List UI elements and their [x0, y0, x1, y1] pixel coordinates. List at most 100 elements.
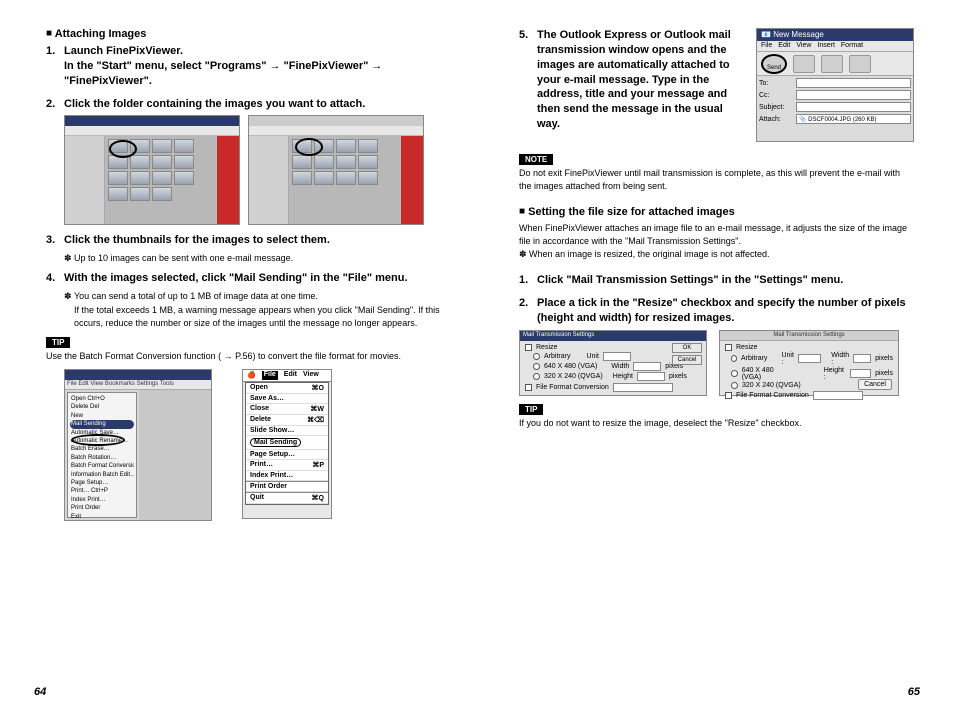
- mac-menu-print[interactable]: Print…⌘P: [246, 460, 328, 471]
- heading-setting-size-text: Setting the file size for attached image…: [528, 206, 735, 218]
- mac-menu-slideshow[interactable]: Slide Show…: [246, 426, 328, 436]
- mac-conv-checkbox[interactable]: [725, 392, 732, 399]
- win-menu-print-order[interactable]: Print Order: [70, 504, 134, 512]
- arrow-icon: →: [269, 60, 280, 72]
- mac-cancel-button[interactable]: Cancel: [858, 379, 892, 390]
- step-2-text: Click the folder containing the images y…: [64, 97, 441, 112]
- h-unit: pixels: [669, 373, 687, 380]
- win-menu-exit[interactable]: Exit: [70, 513, 134, 521]
- mac-menu-quit[interactable]: Quit⌘Q: [246, 493, 328, 504]
- mac-menu-view[interactable]: View: [303, 371, 319, 380]
- mac-menu-delete[interactable]: Delete⌘⌫: [246, 415, 328, 426]
- resize-checkbox[interactable]: [525, 344, 532, 351]
- outlook-subject-input[interactable]: [796, 102, 911, 112]
- outlook-menu-file[interactable]: File: [761, 42, 772, 50]
- vga-radio[interactable]: [533, 363, 540, 370]
- unit-select[interactable]: [603, 352, 631, 361]
- win-menu-convert[interactable]: Batch Format Conversion…: [70, 462, 134, 470]
- conv-checkbox[interactable]: [525, 384, 532, 391]
- step-4-num: 4.: [46, 271, 64, 286]
- conv-label: File Format Conversion: [536, 384, 609, 391]
- step-4: 4. With the images selected, click "Mail…: [46, 271, 441, 286]
- unit-label: Unit: [586, 353, 598, 360]
- qvga-radio[interactable]: [533, 373, 540, 380]
- outlook-cut-button[interactable]: [793, 55, 815, 73]
- outlook-paste-button[interactable]: [849, 55, 871, 73]
- ok-button[interactable]: OK: [672, 343, 702, 353]
- win-menu-delete[interactable]: Delete Del: [70, 403, 134, 411]
- step-4-text: With the images selected, click "Mail Se…: [64, 271, 441, 286]
- mac-h-input[interactable]: [850, 369, 871, 378]
- mac-menu-edit[interactable]: Edit: [284, 371, 297, 380]
- outlook-copy-button[interactable]: [821, 55, 843, 73]
- mac-vga-radio[interactable]: [731, 370, 738, 377]
- mac-h-unit: pixels: [875, 370, 893, 377]
- mac-menu-close[interactable]: Close⌘W: [246, 404, 328, 415]
- setting-step-2-text: Place a tick in the "Resize" checkbox an…: [537, 296, 914, 326]
- step-1: 1. Launch FinePixViewer. In the "Start" …: [46, 44, 441, 89]
- page-right: 5. The Outlook Express or Outlook mail t…: [477, 0, 954, 716]
- mac-unit-select[interactable]: [798, 354, 821, 363]
- step-3-note-text: Up to 10 images can be sent with one e-m…: [74, 253, 293, 263]
- page-left: ■ Attaching Images 1. Launch FinePixView…: [0, 0, 477, 716]
- arrow-icon: →: [224, 351, 233, 361]
- win-menu-index-print[interactable]: Index Print…: [70, 496, 134, 504]
- mac-conv-select[interactable]: [813, 391, 863, 400]
- arrow-icon: →: [371, 60, 382, 72]
- mac-resize-label: Resize: [736, 344, 757, 351]
- tip-text-right: If you do not want to resize the image, …: [519, 417, 914, 430]
- win-menu-mail-sending[interactable]: Mail Sending: [70, 420, 134, 428]
- win-menu-new[interactable]: New: [70, 412, 134, 420]
- win-menu-open[interactable]: Open Ctrl+O: [70, 395, 134, 403]
- step-1-line-b-mid: "FinePixViewer": [280, 60, 371, 72]
- step-4-note-a: You can send a total of up to 1 MB of im…: [74, 291, 318, 301]
- w-input[interactable]: [633, 362, 661, 371]
- settings-dialog-row: Mail Transmission Settings Resize Arbitr…: [519, 330, 914, 396]
- mac-menu-page-setup[interactable]: Page Setup…: [246, 450, 328, 460]
- win-menu-rotate[interactable]: Batch Rotation…: [70, 454, 134, 462]
- h-input[interactable]: [637, 372, 665, 381]
- tip-badge-right: TIP: [519, 404, 543, 415]
- win-menu-print[interactable]: Print… Ctrl+P: [70, 487, 134, 495]
- win-menubar: File Edit View Bookmarks Settings Tools: [65, 380, 211, 390]
- mac-menu-mail-sending[interactable]: Mail Sending: [246, 436, 328, 450]
- win-menu-page-setup[interactable]: Page Setup…: [70, 479, 134, 487]
- screenshot-row-1: [64, 115, 441, 225]
- win-menu-info[interactable]: Information Batch Edit…: [70, 471, 134, 479]
- outlook-attach-label: Attach:: [759, 116, 793, 123]
- mac-w-label: Width :: [831, 352, 849, 366]
- outlook-send-button[interactable]: Send: [761, 54, 787, 74]
- cancel-button[interactable]: Cancel: [672, 355, 702, 365]
- mac-qvga-radio[interactable]: [731, 382, 738, 389]
- mac-menu-open[interactable]: Open⌘O: [246, 383, 328, 394]
- outlook-menu-insert[interactable]: Insert: [817, 42, 835, 50]
- arbitrary-label: Arbitrary: [544, 353, 570, 360]
- note-text: Do not exit FinePixViewer until mail tra…: [519, 167, 914, 192]
- arbitrary-radio[interactable]: [533, 353, 540, 360]
- outlook-cc-label: Cc:: [759, 92, 793, 99]
- outlook-menu-edit[interactable]: Edit: [778, 42, 790, 50]
- step-1-line-b-pre: In the "Start" menu, select "Programs": [64, 60, 269, 72]
- outlook-subject-label: Subject:: [759, 104, 793, 111]
- mac-menu-print-order[interactable]: Print Order: [246, 482, 328, 492]
- resize-label: Resize: [536, 344, 557, 351]
- mac-w-input[interactable]: [853, 354, 871, 363]
- outlook-menu-format[interactable]: Format: [841, 42, 863, 50]
- qvga-label: 320 X 240 (QVGA): [544, 373, 603, 380]
- mail-settings-dialog-mac: Mail Transmission Settings Resize Arbitr…: [719, 330, 899, 396]
- tip-text: Use the Batch Format Conversion function…: [46, 350, 441, 363]
- mac-resize-checkbox[interactable]: [725, 344, 732, 351]
- mac-menu-save[interactable]: Save As…: [246, 394, 328, 404]
- step-5: 5. The Outlook Express or Outlook mail t…: [519, 28, 746, 132]
- conv-select[interactable]: [613, 383, 673, 392]
- outlook-attach-value[interactable]: 📎 DSCF0004.JPG (260 KB): [796, 114, 911, 124]
- outlook-to-input[interactable]: [796, 78, 911, 88]
- mac-menu-file[interactable]: File: [262, 371, 278, 380]
- mac-menu-index-print[interactable]: Index Print…: [246, 471, 328, 481]
- outlook-cc-input[interactable]: [796, 90, 911, 100]
- mac-arbitrary-radio[interactable]: [731, 355, 737, 362]
- outlook-menu-view[interactable]: View: [796, 42, 811, 50]
- mail-settings-dialog-windows: Mail Transmission Settings Resize Arbitr…: [519, 330, 707, 396]
- win-menu-erase[interactable]: Batch Erase…: [70, 445, 134, 453]
- tip-badge: TIP: [46, 337, 70, 348]
